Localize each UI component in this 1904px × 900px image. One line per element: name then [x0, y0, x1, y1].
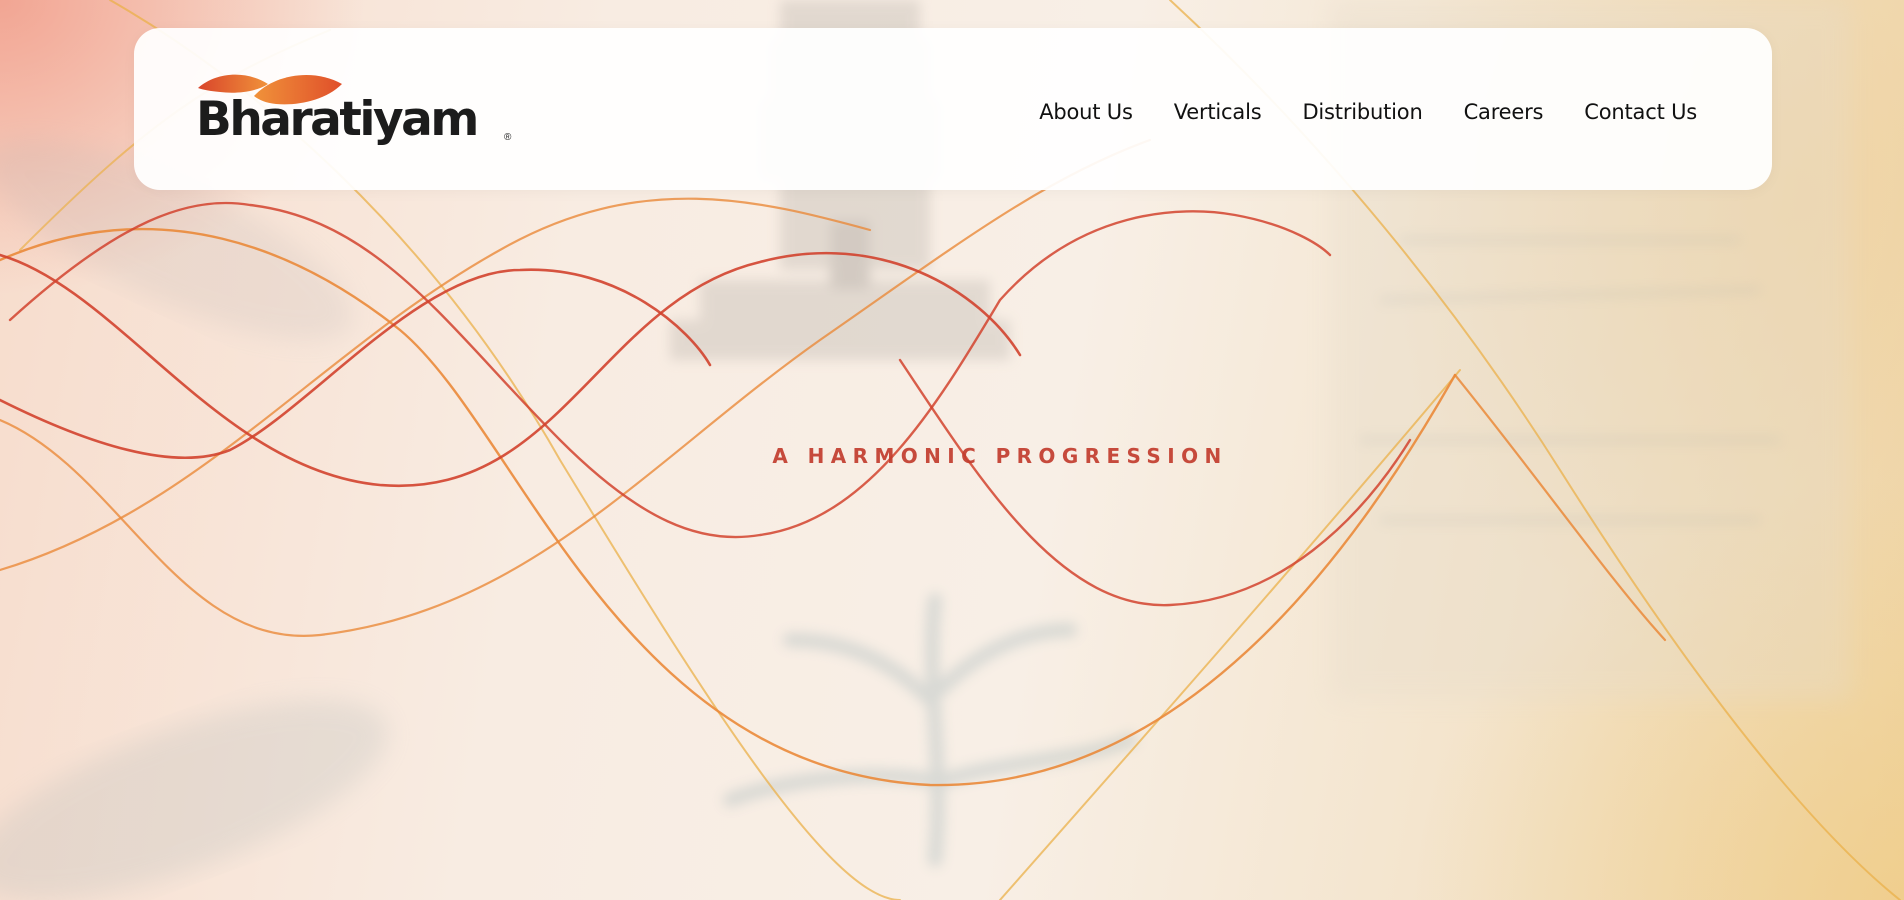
- bharatiyam-logo[interactable]: Bharatiyam ®: [196, 66, 511, 152]
- wave-line: [1453, 373, 1667, 642]
- nav-item-contact-us: Contact Us: [1584, 100, 1697, 124]
- wave-line: [0, 138, 1152, 637]
- nav-link-verticals[interactable]: Verticals: [1174, 100, 1262, 124]
- wave-line: [0, 197, 872, 572]
- nav-link-contact-us[interactable]: Contact Us: [1584, 100, 1697, 124]
- registered-mark: ®: [504, 132, 512, 143]
- wave-line: [8, 201, 1332, 539]
- nav-item-verticals: Verticals: [1174, 100, 1262, 124]
- nav-menu: About Us Verticals Distribution Careers …: [1039, 100, 1697, 124]
- nav-item-careers: Careers: [1464, 100, 1544, 124]
- brand-wordmark: Bharatiyam: [196, 92, 479, 147]
- nav-link-careers[interactable]: Careers: [1464, 100, 1544, 124]
- nav-link-about-us[interactable]: About Us: [1039, 100, 1133, 124]
- navbar: Bharatiyam ® About Us Verticals Distribu…: [134, 28, 1772, 190]
- hero-section: Bharatiyam ® About Us Verticals Distribu…: [0, 0, 1904, 900]
- hero-tagline: A HARMONIC PROGRESSION: [772, 444, 1228, 468]
- nav-item-distribution: Distribution: [1302, 100, 1422, 124]
- wave-line: [0, 227, 1457, 787]
- nav-item-about-us: About Us: [1039, 100, 1133, 124]
- wave-line: [898, 358, 1412, 607]
- nav-link-distribution[interactable]: Distribution: [1302, 100, 1422, 124]
